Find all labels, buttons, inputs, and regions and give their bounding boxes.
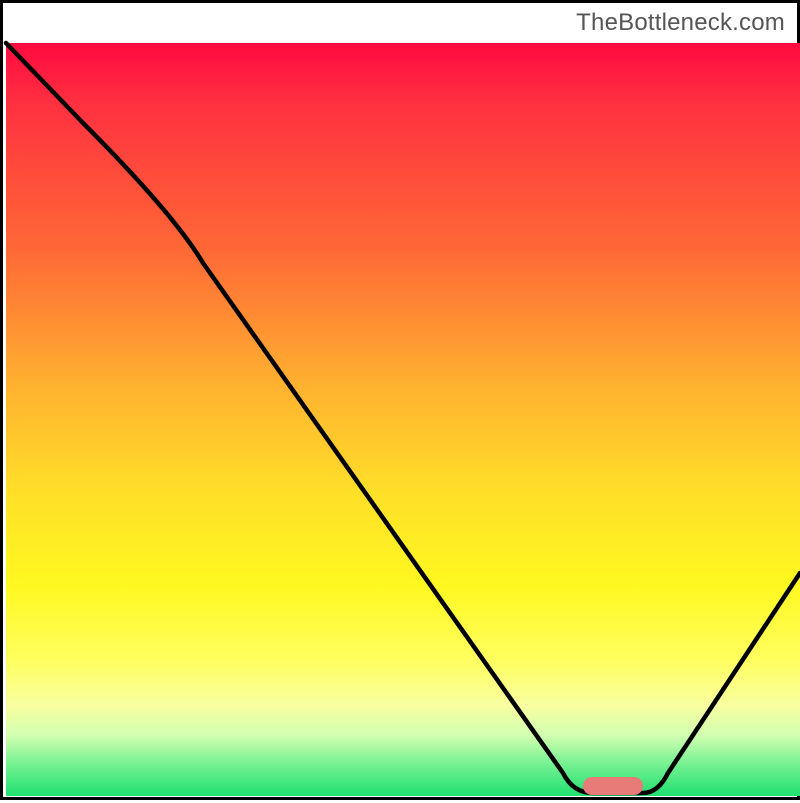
chart-frame: TheBottleneck.com xyxy=(0,0,800,800)
gradient-background xyxy=(6,43,800,796)
minimum-marker xyxy=(583,777,643,795)
watermark-text: TheBottleneck.com xyxy=(576,9,785,37)
